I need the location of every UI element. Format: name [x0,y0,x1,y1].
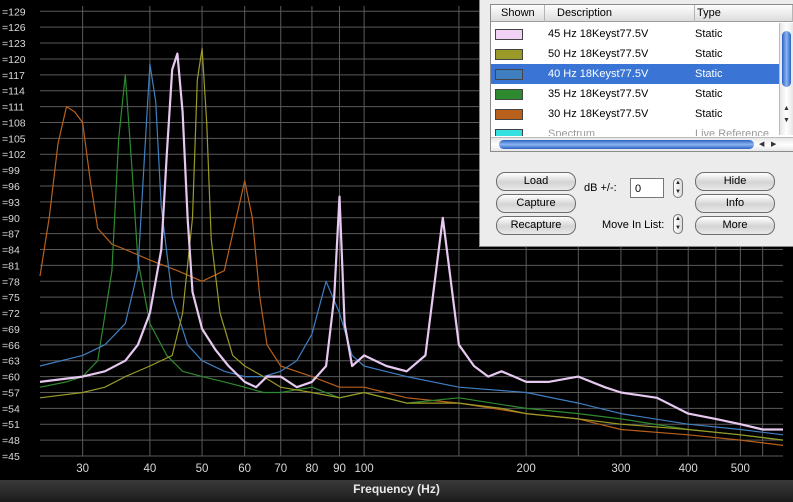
db-offset-stepper[interactable]: ▲ ▼ [673,178,683,198]
y-tick-label: =54 [2,403,20,415]
info-button[interactable]: Info [695,194,775,213]
curve-color-swatch[interactable] [495,49,523,60]
x-tick-label: 200 [517,463,536,475]
x-tick-label: 300 [611,463,630,475]
curve-type: Static [695,48,723,60]
x-tick-label: 30 [76,463,89,475]
y-tick-label: =60 [2,372,20,384]
y-tick-label: =51 [2,419,20,431]
curve-type: Static [695,68,723,80]
x-tick-label: 90 [333,463,346,475]
curve-description: Spectrum [548,128,596,136]
scroll-right-icon[interactable]: ▶ [771,140,776,148]
curve-type: Static [695,88,723,100]
scroll-up-icon[interactable]: ▲ [783,105,790,112]
scroll-left-icon[interactable]: ◀ [759,140,764,148]
x-tick-label: 50 [196,463,209,475]
curve-description: 45 Hz 18Keyst77.5V [548,28,649,40]
y-tick-label: =81 [2,260,20,272]
curve-row-selected[interactable]: 40 Hz 18Keyst77.5V Static [491,64,779,84]
y-tick-label: =99 [2,165,20,177]
move-in-list-stepper[interactable]: ▲ ▼ [673,214,683,234]
y-tick-label: =63 [2,356,20,368]
y-tick-label: =72 [2,308,20,320]
y-tick-label: =45 [2,451,20,463]
curve-color-swatch[interactable] [495,29,523,40]
curve-color-swatch[interactable] [495,109,523,120]
capture-button[interactable]: Capture [496,194,576,213]
hide-button[interactable]: Hide [695,172,775,191]
x-axis-title: Frequency (Hz) [0,480,793,502]
curve-color-swatch[interactable] [495,89,523,100]
curve-description: 40 Hz 18Keyst77.5V [548,68,649,80]
y-tick-label: =102 [2,149,26,161]
x-tick-label: 40 [143,463,156,475]
column-header-type[interactable]: Type [695,5,793,22]
y-tick-label: =126 [2,22,26,34]
list-horizontal-scrollbar[interactable]: ◀ ▶ [491,137,793,151]
x-tick-label: 500 [731,463,750,475]
x-tick-label: 100 [355,463,374,475]
recapture-button[interactable]: Recapture [496,216,576,235]
load-button[interactable]: Load [496,172,576,191]
curve-row[interactable]: 35 Hz 18Keyst77.5V Static [491,84,779,104]
curve-description: 30 Hz 18Keyst77.5V [548,108,649,120]
list-vertical-scrollbar[interactable]: ▲ ▼ [779,23,793,135]
y-tick-label: =120 [2,54,26,66]
curve-row[interactable]: 30 Hz 18Keyst77.5V Static [491,104,779,124]
y-tick-label: =93 [2,197,20,209]
y-tick-label: =48 [2,435,20,447]
db-offset-field[interactable]: 0 [630,178,664,198]
y-tick-label: =66 [2,340,20,352]
y-tick-label: =57 [2,387,20,399]
curve-type: Static [695,28,723,40]
column-header-shown[interactable]: Shown [491,5,545,22]
x-tick-label: 400 [679,463,698,475]
y-tick-label: =69 [2,324,20,336]
db-offset-label: dB +/-: [584,182,617,194]
curve-list[interactable]: Shown Description Type 45 Hz 18Keyst77.5… [490,4,793,152]
y-tick-label: =111 [2,102,24,114]
y-tick-label: =78 [2,276,20,288]
curve-color-swatch[interactable] [495,69,523,80]
curve-color-swatch[interactable] [495,129,523,136]
y-tick-label: =96 [2,181,20,193]
curve-row[interactable]: 50 Hz 18Keyst77.5V Static [491,44,779,64]
move-in-list-label: Move In List: [602,219,665,231]
y-tick-label: =114 [2,86,25,98]
scroll-down-icon[interactable]: ▼ [783,117,790,124]
curve-row[interactable]: Spectrum Live Reference [491,124,779,136]
y-tick-label: =87 [2,229,20,241]
x-tick-label: 60 [238,463,251,475]
y-tick-label: =75 [2,292,20,304]
y-tick-label: =105 [2,133,26,145]
curve-row[interactable]: 45 Hz 18Keyst77.5V Static [491,24,779,44]
y-tick-label: =84 [2,245,20,257]
curve-type: Static [695,108,723,120]
x-tick-label: 80 [306,463,319,475]
y-tick-label: =90 [2,213,20,225]
x-tick-label: 70 [274,463,287,475]
y-tick-label: =129 [2,6,26,18]
column-header-description[interactable]: Description [545,5,695,22]
curve-type: Live Reference [695,128,769,136]
curve-description: 35 Hz 18Keyst77.5V [548,88,649,100]
y-tick-label: =123 [2,38,26,50]
y-tick-label: =117 [2,70,25,82]
reference-curve-panel: Shown Description Type 45 Hz 18Keyst77.5… [479,0,793,247]
vertical-scroll-thumb[interactable] [782,31,791,87]
horizontal-scroll-thumb[interactable] [499,140,754,149]
y-tick-label: =108 [2,117,26,129]
more-button[interactable]: More [695,216,775,235]
curve-description: 50 Hz 18Keyst77.5V [548,48,649,60]
